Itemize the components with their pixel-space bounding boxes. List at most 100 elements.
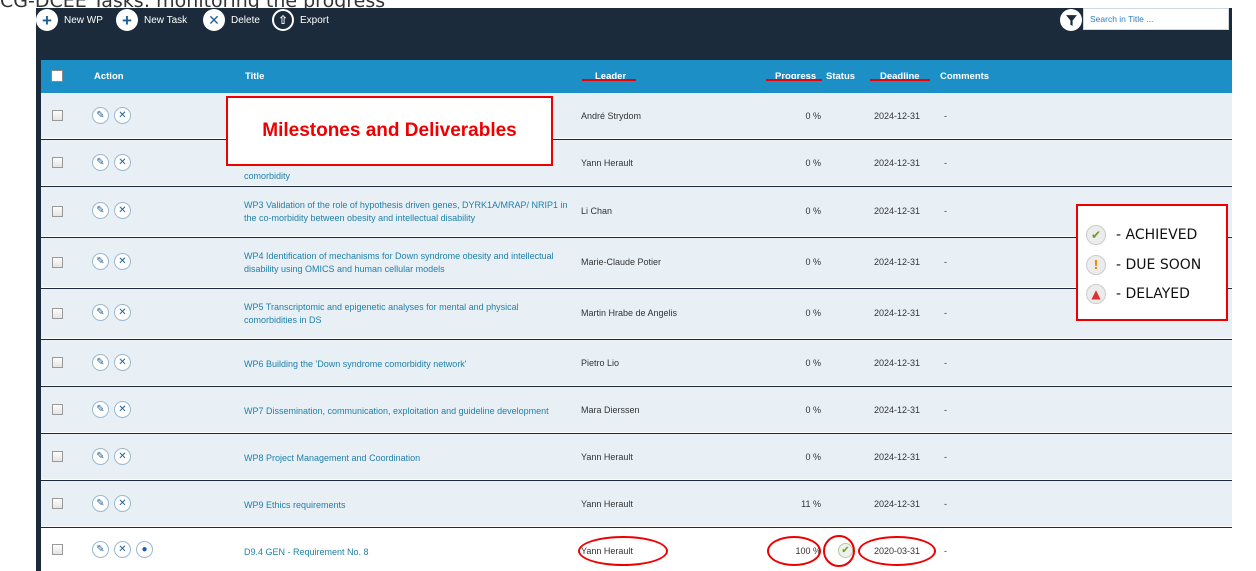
table-row: ✎ ✕ WP9 Ethics requirements Yann Herault… xyxy=(41,481,1232,527)
row-leader: Mara Dierssen xyxy=(581,405,640,415)
row-checkbox[interactable] xyxy=(52,404,63,415)
bullet-icon[interactable]: ● xyxy=(136,541,153,558)
table-row: ✎ ✕ WP5 Transcriptomic and epigenetic an… xyxy=(41,289,1232,339)
column-action: Action xyxy=(94,71,124,82)
row-deadline: 2024-12-31 xyxy=(874,111,921,121)
edit-icon[interactable]: ✎ xyxy=(92,304,109,321)
plus-icon: + xyxy=(116,9,138,31)
column-title[interactable]: Title xyxy=(245,71,264,82)
row-progress: 0 % xyxy=(805,308,821,318)
edit-icon[interactable]: ✎ xyxy=(92,154,109,171)
export-button[interactable]: ⇧ Export xyxy=(272,8,329,32)
row-title[interactable]: WP4 Identification of mechanisms for Dow… xyxy=(244,250,574,276)
search-input[interactable] xyxy=(1083,8,1229,30)
row-checkbox[interactable] xyxy=(52,110,63,121)
checkmark-icon: ✔ xyxy=(1086,225,1106,245)
edit-icon[interactable]: ✎ xyxy=(92,401,109,418)
bell-icon: ▲ xyxy=(1086,284,1106,304)
row-progress: 0 % xyxy=(805,257,821,267)
column-comments[interactable]: Comments xyxy=(940,71,989,82)
table-row: ✎ ✕ comorbidity Yann Herault 0 % 2024-12… xyxy=(41,140,1232,186)
close-icon[interactable]: ✕ xyxy=(114,253,131,270)
row-title[interactable]: WP5 Transcriptomic and epigenetic analys… xyxy=(244,301,574,327)
row-leader: Yann Herault xyxy=(581,499,633,509)
table-row: ✎ ✕ WP6 Building the 'Down syndrome como… xyxy=(41,340,1232,386)
new-task-button[interactable]: + New Task xyxy=(116,8,187,32)
row-progress: 11 % xyxy=(801,499,821,509)
row-checkbox[interactable] xyxy=(52,257,63,268)
row-checkbox[interactable] xyxy=(52,308,63,319)
close-icon[interactable]: ✕ xyxy=(114,304,131,321)
close-icon[interactable]: ✕ xyxy=(114,448,131,465)
row-title[interactable]: WP6 Building the 'Down syndrome comorbid… xyxy=(244,358,574,371)
row-progress: 0 % xyxy=(805,358,821,368)
close-icon[interactable]: ✕ xyxy=(114,401,131,418)
close-icon[interactable]: ✕ xyxy=(114,541,131,558)
edit-icon[interactable]: ✎ xyxy=(92,495,109,512)
row-checkbox[interactable] xyxy=(52,157,63,168)
close-icon[interactable]: ✕ xyxy=(114,154,131,171)
edit-icon[interactable]: ✎ xyxy=(92,253,109,270)
row-deadline: 2024-12-31 xyxy=(874,158,921,168)
row-deadline: 2024-12-31 xyxy=(874,257,921,267)
row-deadline: 2024-12-31 xyxy=(874,206,921,216)
task-list-app: + New WP + New Task ✕ Delete ⇧ Export Ac… xyxy=(36,8,1232,571)
row-progress: 0 % xyxy=(805,158,821,168)
new-wp-button[interactable]: + New WP xyxy=(36,8,103,32)
row-title[interactable]: WP8 Project Management and Coordination xyxy=(244,452,574,465)
row-leader: Yann Herault xyxy=(581,452,633,462)
legend-label: - ACHIEVED xyxy=(1116,227,1198,243)
delete-label: Delete xyxy=(231,14,260,26)
row-progress: 0 % xyxy=(805,206,821,216)
table-row: ✎ ✕ WP3 Validation of the role of hypoth… xyxy=(41,187,1232,237)
table-row: ✎ ✕ WP4 Identification of mechanisms for… xyxy=(41,238,1232,288)
select-all-checkbox[interactable] xyxy=(51,70,63,82)
edit-icon[interactable]: ✎ xyxy=(92,202,109,219)
progress-underline xyxy=(766,79,822,81)
close-icon[interactable]: ✕ xyxy=(114,354,131,371)
row-progress: 0 % xyxy=(805,111,821,121)
row-title[interactable]: WP3 Validation of the role of hypothesis… xyxy=(244,199,574,225)
row-title[interactable]: D9.4 GEN - Requirement No. 8 xyxy=(244,546,574,559)
row-checkbox[interactable] xyxy=(52,357,63,368)
row-deadline: 2024-12-31 xyxy=(874,405,921,415)
export-label: Export xyxy=(300,14,329,26)
milestones-annotation: Milestones and Deliverables xyxy=(226,96,553,166)
edit-icon[interactable]: ✎ xyxy=(92,354,109,371)
close-icon[interactable]: ✕ xyxy=(114,107,131,124)
row-checkbox[interactable] xyxy=(52,451,63,462)
row-title[interactable]: WP7 Dissemination, communication, exploi… xyxy=(244,405,574,418)
row-title[interactable]: comorbidity xyxy=(244,170,574,183)
exclamation-icon: ! xyxy=(1086,255,1106,275)
table-header: Action Title Leader Progress Status Dead… xyxy=(41,60,1232,93)
delete-button[interactable]: ✕ Delete xyxy=(203,8,260,32)
row-deadline: 2024-12-31 xyxy=(874,308,921,318)
new-task-label: New Task xyxy=(144,14,188,26)
table-body: ✎ ✕ André Strydom 0 % 2024-12-31 - ✎ ✕ c… xyxy=(41,93,1232,571)
edit-icon[interactable]: ✎ xyxy=(92,107,109,124)
close-icon[interactable]: ✕ xyxy=(114,495,131,512)
row-deadline: 2024-12-31 xyxy=(874,358,921,368)
progress-highlight xyxy=(767,536,821,566)
filter-icon[interactable] xyxy=(1060,9,1082,31)
close-icon[interactable]: ✕ xyxy=(114,202,131,219)
table-row: ✎ ✕ WP7 Dissemination, communication, ex… xyxy=(41,387,1232,433)
row-checkbox[interactable] xyxy=(52,498,63,509)
edit-icon[interactable]: ✎ xyxy=(92,541,109,558)
row-comment: - xyxy=(944,111,947,121)
row-comment: - xyxy=(944,405,947,415)
row-checkbox[interactable] xyxy=(52,544,63,555)
row-title[interactable]: WP9 Ethics requirements xyxy=(244,499,574,512)
row-checkbox[interactable] xyxy=(52,206,63,217)
status-highlight xyxy=(823,535,855,567)
close-icon: ✕ xyxy=(203,9,225,31)
toolbar: + New WP + New Task ✕ Delete ⇧ Export xyxy=(36,8,1232,58)
edit-icon[interactable]: ✎ xyxy=(92,448,109,465)
row-leader: Marie-Claude Potier xyxy=(581,257,662,267)
row-deadline: 2024-12-31 xyxy=(874,452,921,462)
column-status[interactable]: Status xyxy=(826,71,855,82)
row-comment: - xyxy=(944,499,947,509)
status-legend: ✔ - ACHIEVED ! - DUE SOON ▲ - DELAYED xyxy=(1076,204,1228,321)
leader-underline xyxy=(582,79,636,81)
row-comment: - xyxy=(944,452,947,462)
